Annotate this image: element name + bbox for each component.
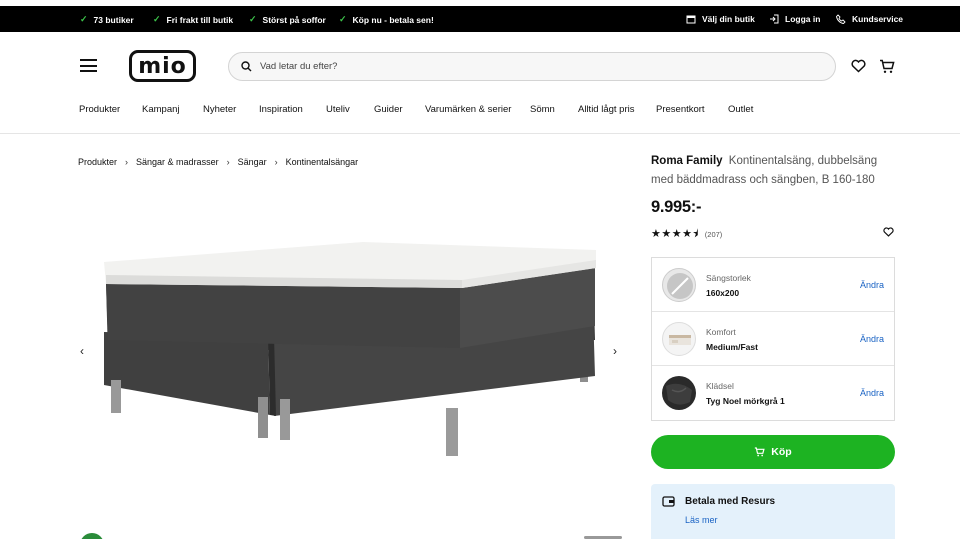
product-image xyxy=(104,242,596,456)
star-rating-icons: ★★★★⯨ xyxy=(651,227,699,240)
cart-icon xyxy=(880,59,895,73)
login-label: Logga in xyxy=(785,14,821,24)
change-size-link[interactable]: Ändra xyxy=(860,280,884,290)
menu-icon[interactable] xyxy=(80,59,97,72)
search-input[interactable] xyxy=(260,61,820,72)
choose-store-link[interactable]: Välj din butik xyxy=(686,14,755,24)
review-count: (207) xyxy=(704,229,723,239)
wishlist-button[interactable] xyxy=(850,58,866,74)
payment-title: Betala med Resurs xyxy=(685,496,776,507)
check-icon: ✓ xyxy=(339,14,347,24)
phone-icon xyxy=(836,14,846,24)
buy-label: Köp xyxy=(771,446,792,458)
nav-item-guider[interactable]: Guider xyxy=(374,104,403,115)
option-label: Komfort xyxy=(706,327,736,337)
nav-item-nyheter[interactable]: Nyheter xyxy=(203,104,236,115)
promo-text: Fri frakt till butik xyxy=(166,14,234,25)
heart-icon xyxy=(850,59,866,73)
login-icon xyxy=(770,14,779,24)
option-value: Tyg Noel mörkgrå 1 xyxy=(706,396,785,406)
buy-button[interactable]: Köp xyxy=(651,435,895,469)
promo-item: ✓ Fri frakt till butik xyxy=(153,14,233,25)
nav-item-presentkort[interactable]: Presentkort xyxy=(656,104,705,115)
main-nav: Produkter Kampanj Nyheter Inspiration Ut… xyxy=(0,104,960,124)
nav-item-alltid-lagt-pris[interactable]: Alltid lågt pris xyxy=(578,104,635,115)
check-icon: ✓ xyxy=(80,14,88,24)
mio-logo[interactable]: mio xyxy=(129,50,196,82)
breadcrumb-link[interactable]: Kontinentalsängar xyxy=(286,157,359,167)
read-more-link[interactable]: Läs mer xyxy=(685,515,718,525)
option-size[interactable]: Sängstorlek 160x200 Ändra xyxy=(652,258,894,312)
nav-item-inspiration[interactable]: Inspiration xyxy=(259,104,303,115)
promo-item: ✓ 73 butiker xyxy=(80,14,134,25)
option-comfort[interactable]: Komfort Medium/Fast Ändra xyxy=(652,312,894,366)
nav-item-uteliv[interactable]: Uteliv xyxy=(326,104,350,115)
product-price: 9.995:- xyxy=(651,198,702,216)
nav-item-outlet[interactable]: Outlet xyxy=(728,104,753,115)
promo-text: 73 butiker xyxy=(93,14,134,25)
product-brand: Roma Family xyxy=(651,155,723,167)
option-label: Klädsel xyxy=(706,381,734,391)
product-rating[interactable]: ★★★★⯨ (207) xyxy=(651,227,896,241)
change-fabric-link[interactable]: Ändra xyxy=(860,388,884,398)
option-label: Sängstorlek xyxy=(706,273,751,283)
breadcrumb: Produkter › Sängar & madrasser › Sängar … xyxy=(78,157,358,167)
breadcrumb-link[interactable]: Sängar & madrasser xyxy=(136,157,219,167)
promo-item: ✓ Störst på soffor xyxy=(249,14,326,25)
product-title: Roma Family Kontinentalsäng, dubbelsäng … xyxy=(651,152,896,190)
eco-label-icon xyxy=(80,533,104,539)
promo-text: Köp nu - betala sen! xyxy=(352,14,434,25)
promo-item: ✓ Köp nu - betala sen! xyxy=(339,14,434,25)
customer-service-link[interactable]: Kundservice xyxy=(836,14,903,24)
product-info: Roma Family Kontinentalsäng, dubbelsäng … xyxy=(651,152,896,241)
nav-item-produkter[interactable]: Produkter xyxy=(79,104,120,115)
chevron-right-icon: › xyxy=(226,157,230,167)
fabric-thumbnail xyxy=(662,376,696,410)
chevron-right-icon: › xyxy=(125,157,129,167)
size-thumbnail xyxy=(662,268,696,302)
promo-bar: ✓ 73 butiker ✓ Fri frakt till butik ✓ Störs… xyxy=(0,6,960,32)
search-bar[interactable] xyxy=(228,52,836,81)
check-icon: ✓ xyxy=(249,14,257,24)
product-gallery: ‹ › xyxy=(78,180,623,530)
option-fabric[interactable]: Klädsel Tyg Noel mörkgrå 1 Ändra xyxy=(652,366,894,420)
product-options: Sängstorlek 160x200 Ändra Komfort Medium… xyxy=(651,257,895,421)
nav-item-kampanj[interactable]: Kampanj xyxy=(142,104,180,115)
cart-icon xyxy=(755,447,765,457)
search-icon xyxy=(241,61,252,72)
store-icon xyxy=(686,15,696,24)
breadcrumb-link[interactable]: Sängar xyxy=(238,157,267,167)
wallet-icon xyxy=(662,496,675,507)
check-icon: ✓ xyxy=(153,14,161,24)
nav-item-somn[interactable]: Sömn xyxy=(530,104,555,115)
login-link[interactable]: Logga in xyxy=(769,14,820,24)
option-value: Medium/Fast xyxy=(706,342,758,352)
heart-icon[interactable] xyxy=(883,227,894,237)
customer-service-label: Kundservice xyxy=(852,14,904,24)
comfort-thumbnail xyxy=(662,322,696,356)
site-header: mio Produkter Kampanj Nyheter Inspiratio… xyxy=(0,32,960,134)
nav-item-varumarken[interactable]: Varumärken & serier xyxy=(425,104,511,115)
promo-text: Störst på soffor xyxy=(262,14,326,25)
breadcrumb-link[interactable]: Produkter xyxy=(78,157,117,167)
cart-button[interactable] xyxy=(879,58,895,74)
chevron-right-icon: › xyxy=(274,157,278,167)
change-comfort-link[interactable]: Ändra xyxy=(860,334,884,344)
choose-store-label: Välj din butik xyxy=(702,14,755,24)
option-value: 160x200 xyxy=(706,288,740,298)
payment-resurs-box: Betala med Resurs Läs mer xyxy=(651,484,895,539)
